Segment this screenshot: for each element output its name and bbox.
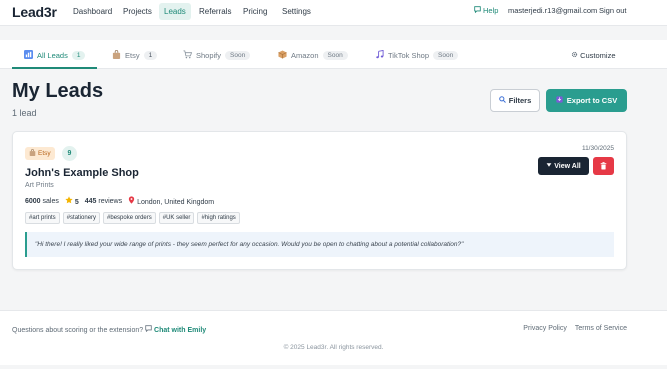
chat-with-emily-link[interactable]: Chat with Emily xyxy=(154,327,206,334)
trash-icon xyxy=(600,157,607,175)
active-tab-indicator xyxy=(12,67,97,69)
shopping-bag-icon xyxy=(29,149,36,158)
tab-label: All Leads xyxy=(37,50,68,60)
gear-icon xyxy=(571,51,580,60)
page-title: My Leads xyxy=(12,80,104,102)
help-link[interactable]: Help xyxy=(474,6,498,15)
outreach-message[interactable]: "Hi there! I really liked your wide rang… xyxy=(25,232,614,257)
music-note-icon xyxy=(375,49,384,61)
help-label: Help xyxy=(483,6,499,15)
nav-leads[interactable]: Leads xyxy=(159,3,191,20)
customize-label: Customize xyxy=(580,51,616,60)
delete-button[interactable] xyxy=(593,157,614,175)
soon-badge: Soon xyxy=(225,50,251,60)
brand-logo[interactable]: Lead3r xyxy=(12,4,57,20)
nav-projects[interactable]: Projects xyxy=(118,3,157,20)
soon-badge: Soon xyxy=(322,50,348,60)
count-badge: 1 xyxy=(71,50,86,60)
tab-label: Amazon xyxy=(291,50,319,60)
filters-button[interactable]: Filters xyxy=(490,89,540,112)
nav-pricing[interactable]: Pricing xyxy=(238,3,272,20)
tab-tiktok-shop[interactable]: TikTok Shop Soon xyxy=(375,48,459,62)
tag: #high ratings xyxy=(197,212,240,224)
shop-name[interactable]: John's Example Shop xyxy=(25,167,139,179)
tab-label: Etsy xyxy=(125,50,140,60)
reviews-label: reviews xyxy=(98,197,123,205)
filters-label: Filters xyxy=(508,96,532,105)
reviews-count: 445 xyxy=(84,197,97,205)
tag: #art prints xyxy=(25,212,60,224)
export-label: Export to CSV xyxy=(566,96,618,105)
nav-referrals[interactable]: Referrals xyxy=(194,3,236,20)
tab-etsy[interactable]: Etsy 1 xyxy=(112,48,158,62)
user-email: masterjedi.r13@gmail.com xyxy=(508,6,598,15)
tab-all-leads[interactable]: All Leads 1 xyxy=(24,48,86,62)
footer: Questions about scoring or the extension… xyxy=(0,310,667,365)
view-all-label: View All xyxy=(554,162,581,170)
lead-count: 1 lead xyxy=(12,108,37,118)
terms-of-service-link[interactable]: Terms of Service xyxy=(575,325,627,332)
platform-tabs: All Leads 1 Etsy 1 Shopify Soon Amazon S… xyxy=(0,40,667,69)
footer-question-text: Questions about scoring or the extension… xyxy=(12,327,144,334)
bar-chart-icon xyxy=(24,49,33,61)
count-badge: 1 xyxy=(143,50,158,60)
reviews-stat: 445 reviews xyxy=(85,198,122,205)
copyright: © 2025 Lead3r. All rights reserved. xyxy=(283,344,384,351)
nav-settings[interactable]: Settings xyxy=(277,3,316,20)
privacy-policy-link[interactable]: Privacy Policy xyxy=(523,325,567,332)
lead-date: 11/30/2025 xyxy=(581,145,614,152)
rating-value: 5 xyxy=(74,199,79,206)
tab-shopify[interactable]: Shopify Soon xyxy=(183,48,251,62)
nav-dashboard[interactable]: Dashboard xyxy=(68,3,117,20)
score-badge: 9 xyxy=(62,146,77,161)
tag: #UK seller xyxy=(158,212,195,224)
sign-out-link[interactable]: Sign out xyxy=(599,6,627,15)
tab-amazon[interactable]: Amazon Soon xyxy=(278,48,348,62)
search-icon xyxy=(498,96,506,105)
tab-label: Shopify xyxy=(196,50,222,60)
tag: #bespoke orders xyxy=(103,212,156,224)
caret-down-icon xyxy=(546,162,552,170)
sales-stat: 6000 sales xyxy=(25,198,59,205)
tag-list: #art prints #stationery #bespoke orders … xyxy=(25,212,240,224)
chat-bubble-icon xyxy=(474,6,483,15)
chat-bubble-icon xyxy=(145,325,154,334)
footer-links: Privacy Policy Terms of Service xyxy=(523,325,627,332)
customize-button[interactable]: Customize xyxy=(571,51,616,60)
view-all-button[interactable]: View All xyxy=(538,157,589,175)
location-text: London, United Kingdom xyxy=(137,199,215,206)
tab-label: TikTok Shop xyxy=(388,50,429,60)
shop-category: Art Prints xyxy=(25,182,54,189)
lead-card[interactable]: Etsy 9 11/30/2025 View All John's Exampl… xyxy=(12,131,627,270)
cart-icon xyxy=(183,49,193,61)
package-icon xyxy=(278,49,287,61)
export-csv-button[interactable]: Export to CSV xyxy=(546,89,627,112)
location-stat: London, United Kingdom xyxy=(128,196,214,206)
download-icon xyxy=(556,96,563,105)
sales-label: sales xyxy=(42,197,59,205)
shop-stats: 6000 sales 5 445 reviews London, United … xyxy=(25,196,214,206)
soon-badge: Soon xyxy=(433,50,459,60)
top-nav: Lead3r Dashboard Projects Leads Referral… xyxy=(0,0,667,26)
platform-label: Etsy xyxy=(38,150,51,157)
tag: #stationery xyxy=(62,212,101,224)
shopping-bag-icon xyxy=(112,49,121,61)
footer-question: Questions about scoring or the extension… xyxy=(12,325,206,334)
star-icon xyxy=(65,196,75,206)
sales-count: 6000 xyxy=(25,197,41,205)
rating-stat: 5 xyxy=(65,196,79,206)
platform-badge: Etsy xyxy=(25,147,55,160)
location-pin-icon xyxy=(128,196,137,206)
